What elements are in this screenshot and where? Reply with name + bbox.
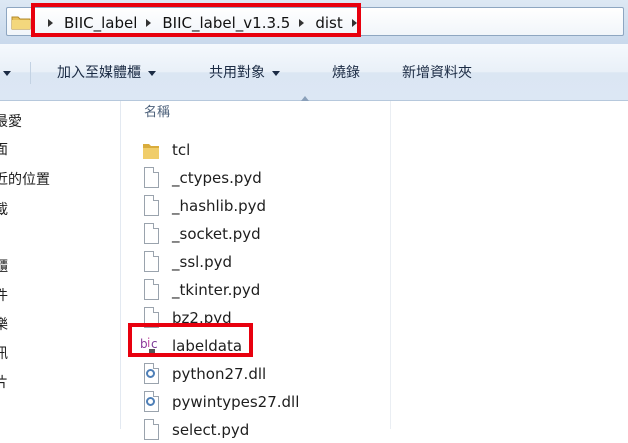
nav-item-libraries[interactable]: 櫃 <box>0 256 8 276</box>
nav-item-pictures[interactable]: 片 <box>0 372 8 392</box>
chevron-right-icon[interactable] <box>146 19 152 27</box>
file-name: _socket.pyd <box>172 225 261 243</box>
file-name: pywintypes27.dll <box>172 393 300 411</box>
list-item[interactable]: tcl <box>140 137 390 163</box>
file-icon <box>140 278 162 302</box>
list-item[interactable]: python27.dll <box>140 361 390 387</box>
address-bar: BIIC_label BIIC_label_v1.3.5 dist <box>0 0 628 45</box>
nav-item-videos[interactable]: 訊 <box>0 343 8 363</box>
breadcrumb: BIIC_label BIIC_label_v1.3.5 dist <box>41 12 366 34</box>
file-icon <box>140 418 162 442</box>
breadcrumb-item-2[interactable]: dist <box>313 14 344 32</box>
file-name: _tkinter.pyd <box>172 281 261 299</box>
chevron-right-icon[interactable] <box>48 19 53 27</box>
list-item[interactable]: pywintypes27.dll <box>140 389 390 415</box>
command-toolbar: 加入至媒體櫃 共用對象 燒錄 新增資料夾 <box>0 44 628 101</box>
share-with-label: 共用對象 <box>209 65 265 81</box>
file-icon <box>140 194 162 218</box>
list-item[interactable]: _ssl.pyd <box>140 249 390 275</box>
biic-app-icon: b i c <box>140 334 162 358</box>
dll-icon <box>140 390 162 414</box>
list-item[interactable]: _hashlib.pyd <box>140 193 390 219</box>
file-name: tcl <box>172 141 191 159</box>
file-name: _ctypes.pyd <box>172 169 262 187</box>
file-name: _hashlib.pyd <box>172 197 267 215</box>
nav-item-recent-places[interactable]: 近的位置 <box>0 169 50 189</box>
file-icon <box>140 166 162 190</box>
folder-icon <box>11 16 31 30</box>
list-item[interactable]: _socket.pyd <box>140 221 390 247</box>
file-name: bz2.pyd <box>172 309 232 327</box>
new-folder-label: 新增資料夾 <box>402 65 472 81</box>
list-item[interactable]: _tkinter.pyd <box>140 277 390 303</box>
organize-caret-button[interactable] <box>0 61 11 83</box>
new-folder-button[interactable]: 新增資料夾 <box>402 61 472 83</box>
nav-item-documents[interactable]: 件 <box>0 285 8 305</box>
file-name: python27.dll <box>172 365 267 383</box>
breadcrumb-item-0[interactable]: BIIC_label <box>62 14 139 32</box>
add-to-library-label: 加入至媒體櫃 <box>57 65 141 81</box>
svg-text:i: i <box>147 336 150 350</box>
details-divider <box>390 101 391 429</box>
nav-item-favorites[interactable]: 最愛 <box>0 111 22 131</box>
dll-icon <box>140 362 162 386</box>
file-icon <box>140 306 162 330</box>
file-icon <box>140 250 162 274</box>
address-field[interactable]: BIIC_label BIIC_label_v1.3.5 dist <box>6 7 624 36</box>
svg-text:c: c <box>151 337 158 351</box>
burn-label: 燒錄 <box>332 65 360 81</box>
list-item[interactable]: select.pyd <box>140 417 390 443</box>
nav-item-downloads[interactable]: 載 <box>0 199 8 219</box>
add-to-library-button[interactable]: 加入至媒體櫃 <box>57 61 156 83</box>
chevron-down-icon <box>272 70 280 76</box>
file-icon <box>140 222 162 246</box>
share-with-button[interactable]: 共用對象 <box>209 61 280 83</box>
file-name: select.pyd <box>172 421 250 439</box>
chevron-right-icon[interactable] <box>299 19 305 27</box>
chevron-down-icon <box>148 70 156 76</box>
chevron-right-icon[interactable] <box>351 19 357 27</box>
breadcrumb-item-1[interactable]: BIIC_label_v1.3.5 <box>160 14 292 32</box>
burn-button[interactable]: 燒錄 <box>332 61 360 83</box>
list-item[interactable]: b i c labeldata <box>140 333 390 359</box>
list-item[interactable]: bz2.pyd <box>140 305 390 331</box>
file-name: _ssl.pyd <box>172 253 232 271</box>
list-item[interactable]: _ctypes.pyd <box>140 165 390 191</box>
sort-ascending-icon <box>301 96 309 101</box>
nav-item-desktop[interactable]: 面 <box>0 139 8 159</box>
column-header-name[interactable]: 名稱 <box>144 101 170 120</box>
navigation-pane: 最愛 面 近的位置 載 櫃 件 樂 訊 片 <box>0 101 121 429</box>
folder-icon <box>140 138 162 162</box>
chevron-down-icon <box>3 70 11 76</box>
column-header: 名稱 <box>121 96 391 124</box>
toolbar-divider <box>30 62 31 84</box>
nav-item-music[interactable]: 樂 <box>0 314 8 334</box>
file-name: labeldata <box>172 337 243 355</box>
